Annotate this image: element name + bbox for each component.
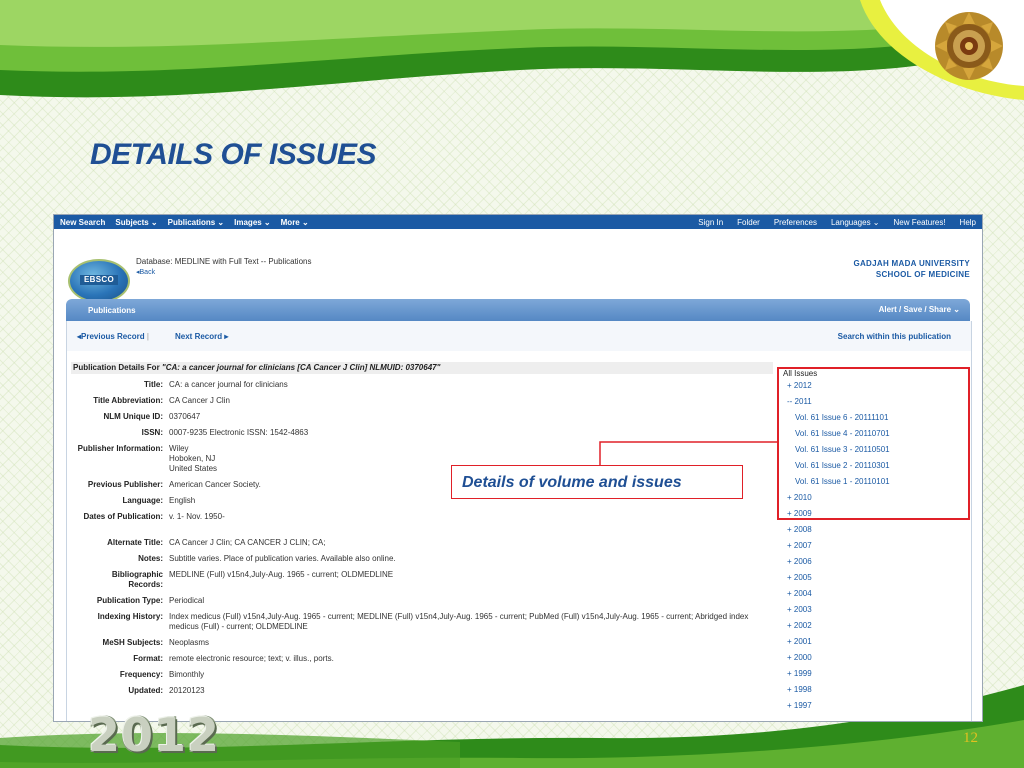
page-number: 12 (963, 730, 978, 746)
callout-text: Details of volume and issues (462, 474, 682, 491)
callout-box: Details of volume and issues (451, 465, 743, 499)
year-badge: 2012 (88, 708, 221, 762)
issues-highlight-box (777, 367, 970, 520)
